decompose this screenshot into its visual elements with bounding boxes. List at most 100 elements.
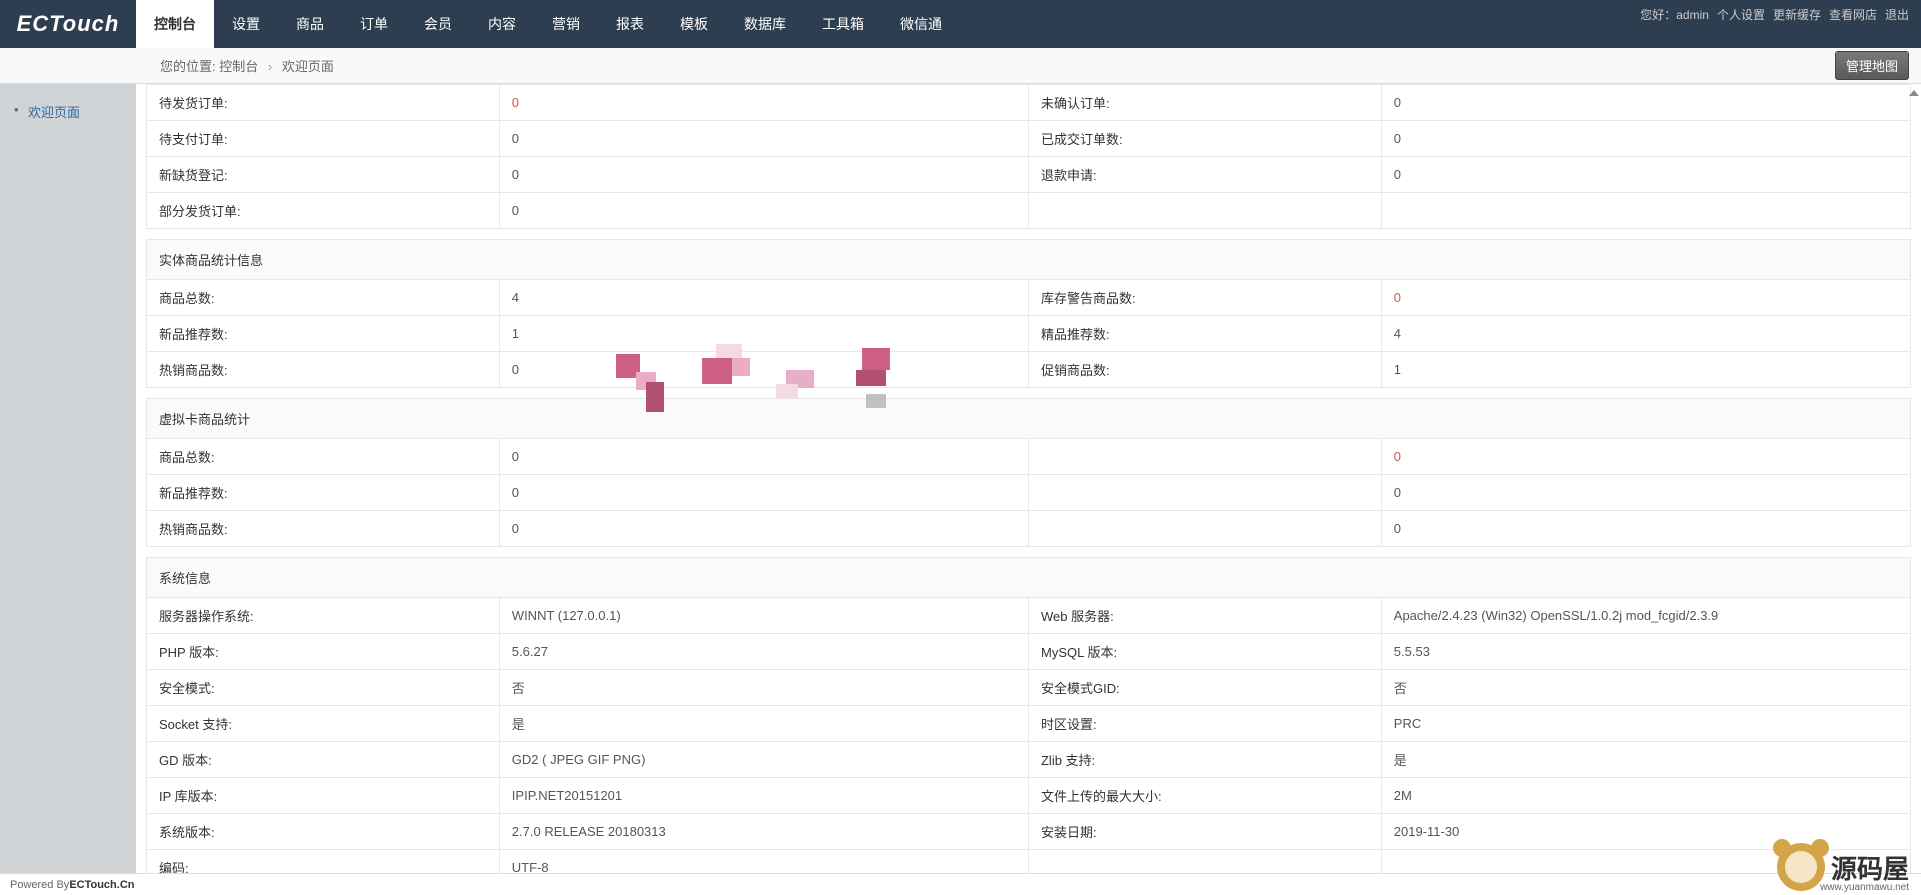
layout: 欢迎页面 待发货订单:0未确认订单:0待支付订单:0已成交订单数:0新缺货登记:… — [0, 84, 1921, 873]
nav-tab-0[interactable]: 控制台 — [136, 0, 214, 48]
row-label-2: 精品推荐数: — [1028, 316, 1381, 352]
row-label-2 — [1028, 475, 1381, 511]
row-value-1: UTF-8 — [499, 850, 1028, 874]
virtual-stats-table: 虚拟卡商品统计商品总数:00新品推荐数:00热销商品数:00 — [146, 398, 1911, 547]
row-value-2: 是 — [1381, 742, 1910, 778]
row-value-2: 0 — [1381, 85, 1910, 121]
row-value-1: 0 — [499, 121, 1028, 157]
row-value-1: 是 — [499, 706, 1028, 742]
nav-tab-9[interactable]: 数据库 — [726, 0, 804, 48]
row-value-1: 0 — [499, 511, 1028, 547]
row-label-2: 文件上传的最大大小: — [1028, 778, 1381, 814]
row-value-1: 4 — [499, 280, 1028, 316]
sub-header: 您的位置: 控制台 › 欢迎页面 管理地图 — [0, 48, 1921, 84]
admin-map-button[interactable]: 管理地图 — [1835, 51, 1909, 80]
row-value-1: 0 — [499, 85, 1028, 121]
section-title: 系统信息 — [147, 558, 1911, 598]
sidebar: 欢迎页面 — [0, 84, 136, 873]
top-link-2[interactable]: 查看网店 — [1829, 6, 1877, 23]
row-value-2: 0 — [1381, 439, 1910, 475]
table-row: IP 库版本:IPIP.NET20151201文件上传的最大大小:2M — [147, 778, 1911, 814]
row-value-2: 5.5.53 — [1381, 634, 1910, 670]
row-value-2: 0 — [1381, 121, 1910, 157]
scroll-up-icon[interactable] — [1909, 90, 1919, 96]
row-value-1: 2.7.0 RELEASE 20180313 — [499, 814, 1028, 850]
row-value-2: PRC — [1381, 706, 1910, 742]
nav-tab-1[interactable]: 设置 — [214, 0, 278, 48]
greeting: 您好：admin — [1640, 6, 1709, 23]
row-value-1: IPIP.NET20151201 — [499, 778, 1028, 814]
breadcrumb-item-0[interactable]: 控制台 — [219, 59, 258, 74]
order-stats-table: 待发货订单:0未确认订单:0待支付订单:0已成交订单数:0新缺货登记:0退款申请… — [146, 84, 1911, 229]
nav-tabs: 控制台设置商品订单会员内容营销报表模板数据库工具箱微信通 — [136, 0, 960, 48]
breadcrumb: 您的位置: 控制台 › 欢迎页面 — [160, 56, 334, 75]
row-value-1: 0 — [499, 439, 1028, 475]
row-label-2: 时区设置: — [1028, 706, 1381, 742]
breadcrumb-label: 您的位置: — [160, 59, 216, 74]
table-row: 新缺货登记:0退款申请:0 — [147, 157, 1911, 193]
row-value-1: GD2 ( JPEG GIF PNG) — [499, 742, 1028, 778]
row-label-1: 待支付订单: — [147, 121, 500, 157]
sidebar-item-label: 欢迎页面 — [28, 105, 80, 120]
table-row: 编码:UTF-8 — [147, 850, 1911, 874]
nav-tab-2[interactable]: 商品 — [278, 0, 342, 48]
row-value-1: 1 — [499, 316, 1028, 352]
row-label-1: 部分发货订单: — [147, 193, 500, 229]
row-value-2 — [1381, 193, 1910, 229]
row-value-1: 0 — [499, 157, 1028, 193]
top-link-3[interactable]: 退出 — [1885, 6, 1909, 23]
row-label-1: GD 版本: — [147, 742, 500, 778]
nav-tab-6[interactable]: 营销 — [534, 0, 598, 48]
row-label-1: 安全模式: — [147, 670, 500, 706]
section-title: 实体商品统计信息 — [147, 240, 1911, 280]
table-row: 新品推荐数:00 — [147, 475, 1911, 511]
row-label-1: 服务器操作系统: — [147, 598, 500, 634]
table-row: 新品推荐数:1精品推荐数:4 — [147, 316, 1911, 352]
logo-text: ECTouch — [17, 11, 120, 37]
row-label-2: 退款申请: — [1028, 157, 1381, 193]
row-label-2: 库存警告商品数: — [1028, 280, 1381, 316]
row-label-2: 安全模式GID: — [1028, 670, 1381, 706]
content-area[interactable]: 待发货订单:0未确认订单:0待支付订单:0已成交订单数:0新缺货登记:0退款申请… — [136, 84, 1921, 873]
table-row: GD 版本:GD2 ( JPEG GIF PNG)Zlib 支持:是 — [147, 742, 1911, 778]
watermark-url: www.yuanmawu.net — [1820, 882, 1909, 893]
row-value-1: 5.6.27 — [499, 634, 1028, 670]
footer-link[interactable]: ECTouch.Cn — [69, 879, 134, 891]
row-value-2 — [1381, 850, 1910, 874]
breadcrumb-sep: › — [268, 59, 272, 74]
table-row: 热销商品数:0促销商品数:1 — [147, 352, 1911, 388]
logo[interactable]: ECTouch — [0, 0, 136, 48]
row-label-2 — [1028, 439, 1381, 475]
top-link-0[interactable]: 个人设置 — [1717, 6, 1765, 23]
row-label-1: 编码: — [147, 850, 500, 874]
nav-tab-4[interactable]: 会员 — [406, 0, 470, 48]
row-label-1: PHP 版本: — [147, 634, 500, 670]
sysinfo-table: 系统信息服务器操作系统:WINNT (127.0.0.1)Web 服务器:Apa… — [146, 557, 1911, 873]
row-label-2: MySQL 版本: — [1028, 634, 1381, 670]
nav-tab-11[interactable]: 微信通 — [882, 0, 960, 48]
nav-tab-3[interactable]: 订单 — [342, 0, 406, 48]
nav-tab-10[interactable]: 工具箱 — [804, 0, 882, 48]
row-label-1: 商品总数: — [147, 280, 500, 316]
row-value-2: 2019-11-30 — [1381, 814, 1910, 850]
table-row: 安全模式:否安全模式GID:否 — [147, 670, 1911, 706]
sidebar-item-welcome[interactable]: 欢迎页面 — [0, 94, 136, 129]
row-label-2: Zlib 支持: — [1028, 742, 1381, 778]
row-label-1: 新品推荐数: — [147, 316, 500, 352]
row-label-2: 安装日期: — [1028, 814, 1381, 850]
nav-tab-8[interactable]: 模板 — [662, 0, 726, 48]
nav-tab-5[interactable]: 内容 — [470, 0, 534, 48]
row-value-2: 0 — [1381, 511, 1910, 547]
table-row: 商品总数:4库存警告商品数:0 — [147, 280, 1911, 316]
row-label-2: Web 服务器: — [1028, 598, 1381, 634]
nav-tab-7[interactable]: 报表 — [598, 0, 662, 48]
row-value-1: 否 — [499, 670, 1028, 706]
row-label-2: 促销商品数: — [1028, 352, 1381, 388]
row-value-2: Apache/2.4.23 (Win32) OpenSSL/1.0.2j mod… — [1381, 598, 1910, 634]
table-row: 待支付订单:0已成交订单数:0 — [147, 121, 1911, 157]
top-link-1[interactable]: 更新缓存 — [1773, 6, 1821, 23]
row-label-1: 待发货订单: — [147, 85, 500, 121]
breadcrumb-item-1[interactable]: 欢迎页面 — [282, 59, 334, 74]
section-title: 虚拟卡商品统计 — [147, 399, 1911, 439]
table-row: Socket 支持:是时区设置:PRC — [147, 706, 1911, 742]
